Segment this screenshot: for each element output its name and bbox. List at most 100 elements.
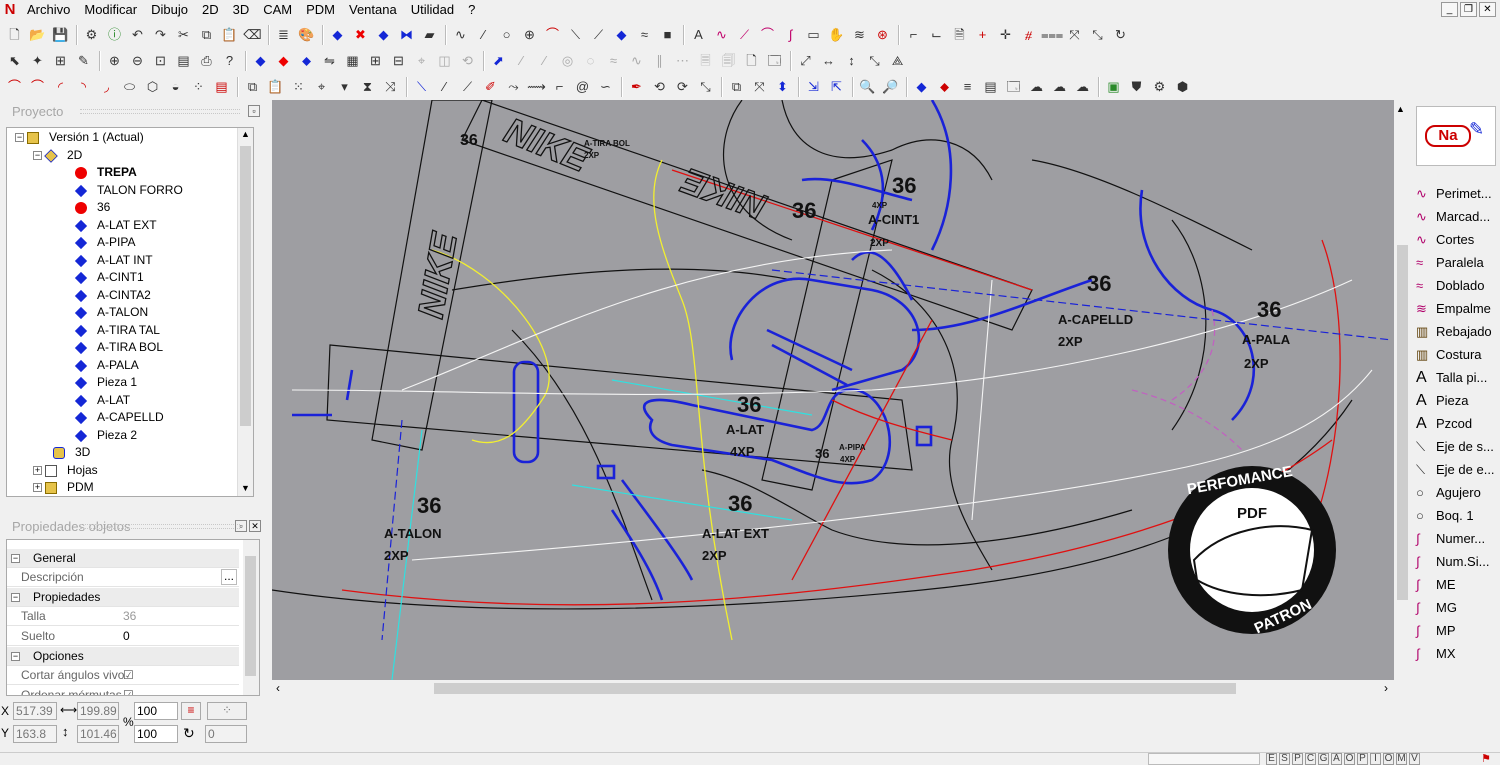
tool-agujero[interactable]: ○ Agujero: [1416, 482, 1481, 504]
menu-ventana[interactable]: Ventana: [342, 0, 404, 20]
tree-item-a-cinta2[interactable]: A-CINTA2: [97, 287, 151, 304]
dotted-icon[interactable]: ⋯: [672, 51, 693, 71]
corner3-icon[interactable]: ⌙: [926, 25, 947, 45]
snap-toggle-v[interactable]: V: [1409, 753, 1420, 765]
cursor-icon[interactable]: ⬉: [4, 51, 25, 71]
menu-pdm[interactable]: PDM: [299, 0, 342, 20]
arc4-icon[interactable]: ◝: [73, 77, 94, 97]
tree-scrollbar[interactable]: ▲ ▼: [237, 128, 253, 496]
new-file-icon[interactable]: 🗋: [4, 25, 25, 45]
line-icon[interactable]: ∕: [473, 25, 494, 45]
scroll-up-icon[interactable]: ▲: [239, 129, 252, 141]
tool-cortes[interactable]: ∿ Cortes: [1416, 229, 1474, 251]
tool-rebajado[interactable]: ▥ Rebajado: [1416, 321, 1492, 343]
cloud3-icon[interactable]: ☁: [1072, 77, 1093, 97]
collapse-icon[interactable]: −: [15, 133, 24, 142]
target-icon[interactable]: ⊛: [872, 25, 893, 45]
scale-x-field[interactable]: 100: [134, 702, 178, 720]
window-icon[interactable]: 🗔: [1003, 77, 1024, 97]
angle-field[interactable]: 0: [205, 725, 247, 743]
gray2-icon[interactable]: ◫: [434, 51, 455, 71]
prop-row-suelto[interactable]: Suelto 0: [7, 627, 239, 646]
tree-item-a-tira-tal[interactable]: A-TIRA TAL: [97, 322, 160, 339]
tool-eje-simetria[interactable]: ⟍ Eje de s...: [1416, 436, 1494, 458]
tree-item-a-pala[interactable]: A-PALA: [97, 357, 139, 374]
slash-icon[interactable]: ⟋: [734, 25, 755, 45]
tool-talla-pieza[interactable]: A Talla pi...: [1416, 367, 1487, 389]
snap-toggle-m[interactable]: M: [1396, 753, 1407, 765]
tool-perimetro[interactable]: ∿ Perimet...: [1416, 183, 1492, 205]
arrow-blue-icon[interactable]: ⬈: [488, 51, 509, 71]
minimize-icon[interactable]: _: [1441, 2, 1458, 17]
tree-item-hojas[interactable]: Hojas: [67, 462, 98, 479]
stack-icon[interactable]: ≡: [957, 77, 978, 97]
scale-icon[interactable]: ⤧: [749, 77, 770, 97]
circle-icon[interactable]: ○: [496, 25, 517, 45]
snap-toggle-g[interactable]: G: [1318, 753, 1329, 765]
collapse-icon[interactable]: −: [33, 151, 42, 160]
tool-marcado[interactable]: ∿ Marcad...: [1416, 206, 1490, 228]
tree-item-a-lat[interactable]: A-LAT: [97, 392, 130, 409]
ruler-icon[interactable]: ▤: [173, 51, 194, 71]
line3-icon[interactable]: ∕: [534, 51, 555, 71]
collapse-icon[interactable]: −: [11, 652, 20, 661]
tool-boq1[interactable]: ○ Boq. 1: [1416, 505, 1474, 527]
drop-icon[interactable]: ⬡: [142, 77, 163, 97]
measure-icon[interactable]: ⤡: [1087, 25, 1108, 45]
tool-mp[interactable]: ∫ MP: [1416, 620, 1456, 642]
circle3-icon[interactable]: ◌: [580, 51, 601, 71]
cloud-icon[interactable]: ☁: [1026, 77, 1047, 97]
gear2-icon[interactable]: ⚙: [1149, 77, 1170, 97]
y-coordinate-field[interactable]: 163.8: [13, 725, 57, 743]
step-icon[interactable]: ⌐: [549, 77, 570, 97]
piece-blue-icon[interactable]: ◆: [911, 77, 932, 97]
menu-utilidad[interactable]: Utilidad: [404, 0, 461, 20]
fold-icon[interactable]: ⤢: [795, 51, 816, 71]
tool-paralela[interactable]: ≈ Paralela: [1416, 252, 1484, 274]
hash-icon[interactable]: ⧣: [1018, 25, 1039, 45]
scroll-right-icon[interactable]: ›: [1384, 681, 1388, 695]
grid2-icon[interactable]: ⊞: [365, 51, 386, 71]
tree-item-2d[interactable]: 2D: [67, 147, 82, 164]
dropdown-icon[interactable]: ▾: [334, 77, 355, 97]
sparkle-icon[interactable]: ✦: [27, 51, 48, 71]
height-icon[interactable]: ↕: [841, 51, 862, 71]
scale-list-icon[interactable]: ≡: [181, 702, 201, 720]
nodes-del-icon[interactable]: ◆: [273, 51, 294, 71]
paste-icon[interactable]: 📋: [219, 25, 240, 45]
arc3-icon[interactable]: ◜: [50, 77, 71, 97]
refresh-icon[interactable]: ↻: [1110, 25, 1131, 45]
arc1-icon[interactable]: ⌒: [4, 77, 25, 97]
frame-icon[interactable]: ⧉: [726, 77, 747, 97]
table-icon[interactable]: ▤: [980, 77, 1001, 97]
trend-icon[interactable]: ⟿: [526, 77, 547, 97]
tree-item-talon-forro[interactable]: TALON FORRO: [97, 182, 183, 199]
prop-value[interactable]: 36: [123, 607, 136, 626]
tool-doblado[interactable]: ≈ Doblado: [1416, 275, 1484, 297]
menu-modificar[interactable]: Modificar: [77, 0, 144, 20]
hourglass-icon[interactable]: ⧗: [357, 77, 378, 97]
line2-icon[interactable]: ∕: [511, 51, 532, 71]
tool-me[interactable]: ∫ ME: [1416, 574, 1456, 596]
point-icon[interactable]: ⊕: [519, 25, 540, 45]
tree-item-a-cint1[interactable]: A-CINT1: [97, 269, 144, 286]
move-nodes-icon[interactable]: ⁘: [207, 702, 247, 720]
tree-item-pieza-2[interactable]: Pieza 2: [97, 427, 137, 444]
tree-item-3d[interactable]: 3D: [75, 444, 90, 461]
search-icon[interactable]: 🔍: [857, 77, 878, 97]
diag-dashed-icon[interactable]: ⟍: [411, 77, 432, 97]
diagonal-icon[interactable]: ⟍: [565, 25, 586, 45]
checkbox-icon[interactable]: ☑: [123, 666, 134, 685]
tree-item-version[interactable]: Versión 1 (Actual): [49, 129, 144, 146]
diag-arrow-icon[interactable]: ⤡: [864, 51, 885, 71]
menu-3d[interactable]: 3D: [226, 0, 257, 20]
tool-eje-escalado[interactable]: ⟍ Eje de e...: [1416, 459, 1495, 481]
gray3-icon[interactable]: ⟲: [457, 51, 478, 71]
arc5-icon[interactable]: ◞: [96, 77, 117, 97]
rotate-icon[interactable]: ↻: [183, 725, 195, 742]
tree-item-a-pipa[interactable]: A-PIPA: [97, 234, 135, 251]
piece-red-icon[interactable]: ⬥: [934, 77, 955, 97]
select-piece-icon[interactable]: ◆: [327, 25, 348, 45]
cross-icon[interactable]: ✛: [995, 25, 1016, 45]
paste2-icon[interactable]: 📋: [265, 77, 286, 97]
